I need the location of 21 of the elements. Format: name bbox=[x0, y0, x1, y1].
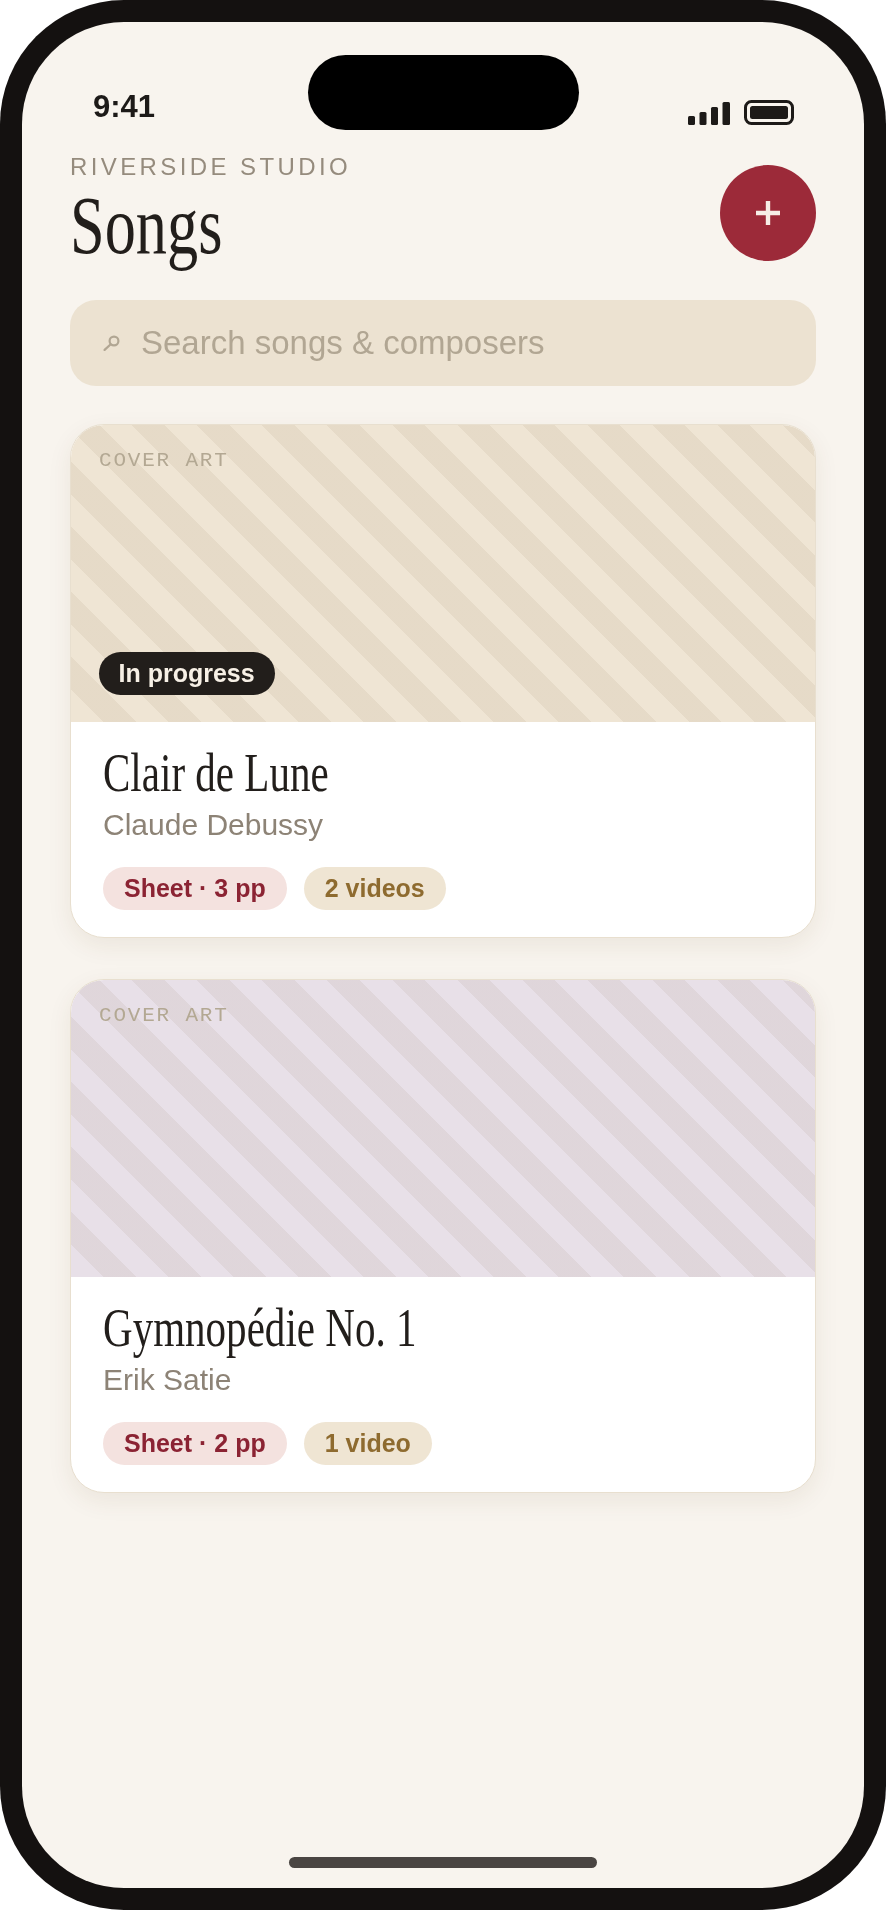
song-card[interactable]: COVER ART In progress Clair de Lune Claude Debussy Sheet · 3 pp 2 videos bbox=[70, 424, 816, 938]
video-count-tag: 1 video bbox=[303, 1422, 432, 1465]
composer-name: Erik Satie bbox=[103, 1362, 232, 1398]
song-card[interactable]: COVER ART Gymnopédie No. 1 Erik Satie Sheet · 2 pp 1 video bbox=[70, 979, 816, 1493]
sheet-pages-tag: Sheet · 2 pp bbox=[103, 1422, 287, 1465]
status-badge: In progress bbox=[98, 652, 275, 695]
plus-icon bbox=[756, 201, 780, 225]
cover-label: COVER ART bbox=[99, 1003, 229, 1028]
composer-name: Claude Debussy bbox=[103, 807, 324, 843]
sheet-pages-tag: Sheet · 3 pp bbox=[103, 867, 287, 910]
signal-icon bbox=[688, 102, 730, 125]
battery-icon bbox=[744, 100, 794, 125]
search-icon bbox=[103, 335, 120, 351]
cover-label: COVER ART bbox=[99, 448, 229, 473]
song-title: Gymnopédie No. 1 bbox=[103, 1299, 417, 1358]
studio-name: RIVERSIDE STUDIO bbox=[70, 152, 352, 182]
status-time: 9:41 bbox=[93, 91, 156, 122]
search-field[interactable]: Search songs & composers bbox=[70, 300, 816, 386]
video-count-tag: 2 videos bbox=[303, 867, 446, 910]
song-title: Clair de Lune bbox=[103, 744, 329, 803]
page-title: Songs bbox=[70, 181, 223, 272]
